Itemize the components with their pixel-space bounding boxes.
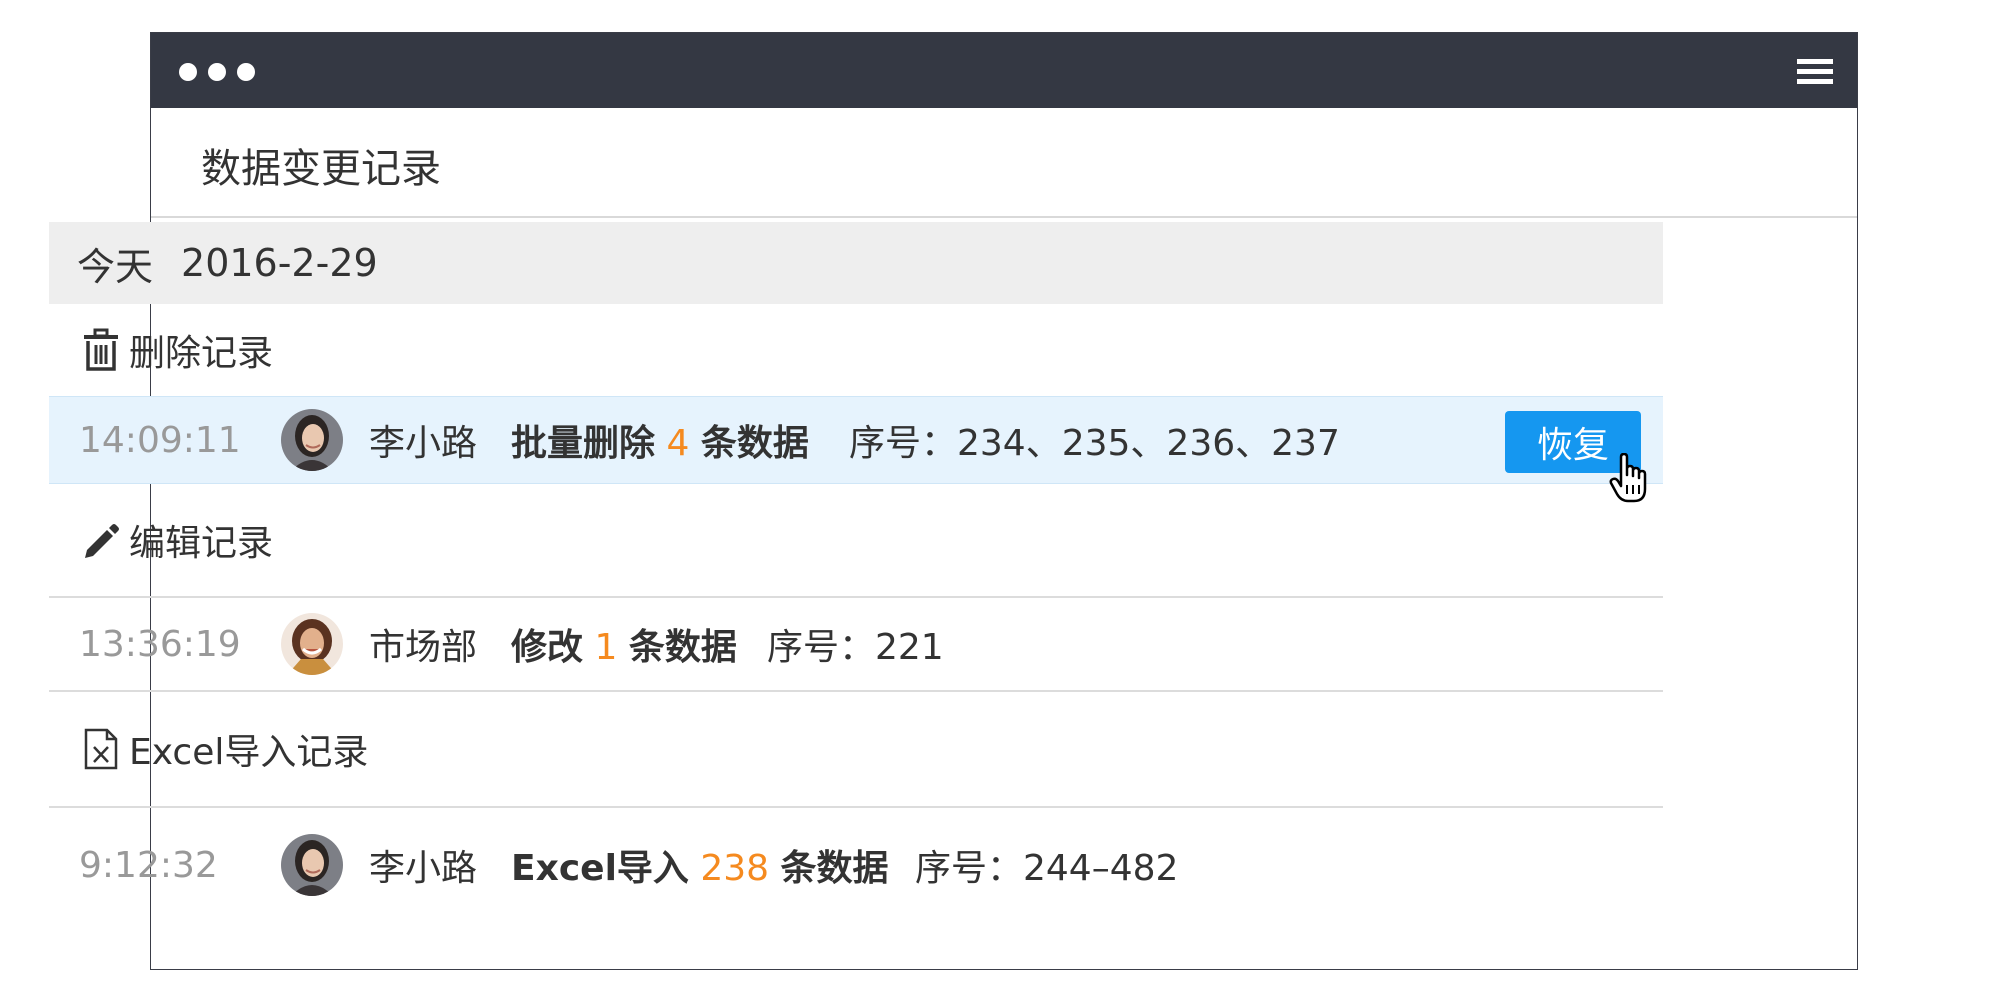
- row-action: Excel导入 238 条数据: [511, 839, 889, 891]
- section-label-delete: 删除记录: [129, 333, 274, 374]
- date-day-label: 今天: [77, 244, 154, 289]
- avatar: [281, 409, 343, 471]
- section-label-edit: 编辑记录: [129, 523, 274, 564]
- row-action: 批量删除 4 条数据: [511, 414, 809, 466]
- page-title: 数据变更记录: [201, 146, 441, 192]
- action-suffix: 条数据: [628, 627, 737, 668]
- action-suffix: 条数据: [700, 423, 809, 464]
- row-time: 9:12:32: [79, 844, 218, 886]
- change-log-list: 今天 2016-2-29 删除记录 14:09:11 李小路 批量删除 4 条数…: [49, 222, 1663, 922]
- row-serial: 序号：244–482: [915, 848, 1179, 889]
- record-count: 1: [594, 627, 618, 668]
- section-label-excel: Excel导入记录: [129, 732, 369, 773]
- row-serial: 序号：234、235、236、237: [849, 423, 1340, 464]
- record-count: 4: [666, 423, 690, 464]
- title-bar: [151, 33, 1857, 108]
- action-text: 批量删除: [511, 423, 656, 464]
- avatar: [281, 834, 343, 896]
- log-row-excel[interactable]: 9:12:32 李小路 Excel导入 238 条数据 序号：244–482: [49, 808, 1663, 922]
- row-serial: 序号：221: [767, 627, 944, 668]
- row-user: 李小路: [369, 423, 478, 464]
- section-header-excel: Excel导入记录: [49, 692, 1663, 806]
- date-value: 2016-2-29: [181, 241, 378, 285]
- avatar: [281, 613, 343, 675]
- action-suffix: 条数据: [780, 848, 889, 889]
- record-count: 238: [700, 848, 770, 889]
- row-action: 修改 1 条数据: [511, 618, 737, 670]
- row-user: 李小路: [369, 848, 478, 889]
- hand-cursor-icon: [1609, 452, 1649, 505]
- action-text: Excel导入: [511, 848, 689, 889]
- section-header-edit: 编辑记录: [49, 484, 1663, 596]
- section-header-delete: 删除记录: [49, 304, 1663, 396]
- excel-file-icon: [81, 727, 121, 771]
- window-dots-icon: [179, 63, 255, 81]
- log-row-delete[interactable]: 14:09:11 李小路 批量删除 4 条数据 序号：234、235、236、2…: [49, 396, 1663, 503]
- row-time: 14:09:11: [79, 419, 241, 461]
- pencil-icon: [81, 518, 121, 562]
- row-time: 13:36:19: [79, 623, 241, 665]
- row-user: 市场部: [369, 627, 478, 668]
- menu-icon[interactable]: [1797, 59, 1833, 86]
- action-text: 修改: [511, 627, 584, 668]
- date-group-header: 今天 2016-2-29: [49, 222, 1663, 304]
- trash-icon: [81, 328, 121, 372]
- page-header: 数据变更记录: [151, 108, 1857, 218]
- log-row-edit[interactable]: 13:36:19 市场部 修改 1 条数据 序号：221: [49, 598, 1663, 690]
